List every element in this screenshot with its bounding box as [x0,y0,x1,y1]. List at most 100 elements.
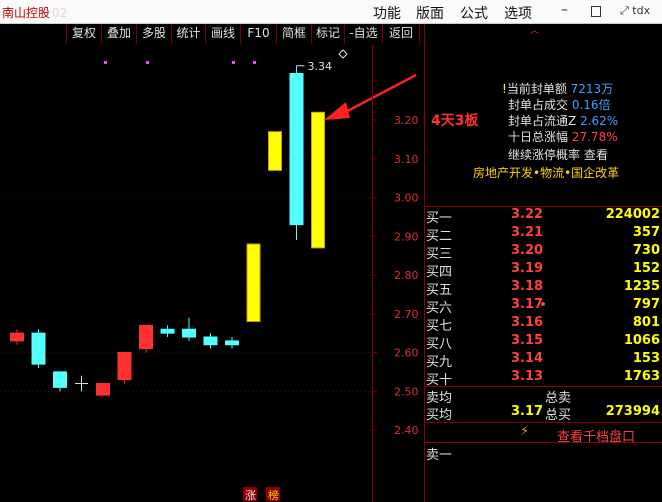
view-probability-link[interactable]: 查看 [584,148,608,162]
candle-body [139,324,153,350]
candle-body [160,328,175,334]
menu-formula[interactable]: 公式 [460,3,488,23]
high-price-label: 3.34 [308,60,333,73]
signal-marker [104,61,107,64]
y-tick-label: 2.70 [394,308,419,321]
diamond-icon [338,49,348,59]
bid-price: 3.22 [511,207,544,222]
bid-price: 3.14 [511,351,544,366]
info-seal-float: 封单占流通Z 2.62% [508,114,619,128]
candle-body [117,352,132,381]
bid-price: 3.21 [511,225,544,240]
bid-label: 买二 [426,229,453,244]
divider [425,442,662,443]
bid-price: 3.19 [511,261,544,276]
bid-price: 3.13 [511,369,544,384]
y-tick-label: 2.80 [394,269,419,282]
bid-label: 买七 [426,319,453,334]
maximize-icon[interactable] [591,6,601,17]
bid-row[interactable]: 买四 3.19 152 [425,261,662,280]
bid-price: 3.20 [511,243,544,258]
simple-frame-button[interactable]: 简框 [276,24,311,44]
bid-volume: 152 [632,261,660,276]
bid-row[interactable]: 买七 3.16 801 [425,315,662,334]
bid-volume: 1763 [623,369,660,384]
y-tick-label: 3.00 [394,192,419,205]
y-tick-label: 2.90 [394,230,419,243]
bid-row[interactable]: 买一 3.22 224002 [425,207,662,226]
mark-button[interactable]: 标记 [311,24,344,44]
statistics-button[interactable]: 统计 [171,24,205,44]
annotation-arrowhead [324,102,350,120]
bid-row[interactable]: 买九 3.14 153 [425,351,662,370]
f10-button[interactable]: F10 [240,24,276,44]
menu-options[interactable]: 选项 [504,3,532,23]
overlay-button[interactable]: 叠加 [101,24,136,44]
ask-one-label: 卖一 [426,448,453,463]
candle-body [31,332,46,365]
axis-divider [372,44,373,502]
signal-marker [253,61,256,64]
candle-body [10,332,24,342]
chart-toolbar: 复权 叠加 多股 统计 画线 F10 简框 标记 -自选 返回 [0,24,424,44]
annotation-arrow-line [337,73,417,118]
bid-row[interactable]: 买三 3.20 730 [425,243,662,262]
limit-up-tag: 4天3板 [431,113,479,129]
bid-volume: 730 [632,243,660,258]
draw-line-button[interactable]: 画线 [205,24,240,44]
bid-volume: 153 [632,351,660,366]
candle-body [182,328,196,338]
bid-row[interactable]: 买六 3.17 797 [425,297,662,316]
bid-label: 买五 [426,283,453,298]
bid-row[interactable]: 买八 3.15 1066 [425,333,662,352]
bid-volume: 1235 [623,279,660,294]
candle-body [225,340,239,346]
add-watchlist-button[interactable]: -自选 [344,24,382,44]
y-tick-label: 2.60 [394,347,419,360]
multi-stock-button[interactable]: 多股 [136,24,171,44]
bid-volume: 357 [632,225,660,240]
y-tick-label: 2.50 [394,385,419,398]
info-continue-probability[interactable]: 继续涨停概率 查看 [508,146,608,163]
bid-label: 买三 [426,247,453,262]
candlestick-svg: 3.20 3.10 3.00 2.90 2.80 2.70 2.60 2.50 2.40 3.34… [0,49,419,502]
bid-price: 3.16 [511,315,544,330]
sell-summary-row: 卖均 总卖 [426,391,572,406]
restore-rights-button[interactable]: 复权 [66,24,101,44]
concept-tags[interactable]: 房地产开发•物流•国企改革 [473,164,619,181]
bid-label: 买九 [426,355,453,370]
bid-label: 买八 [426,337,453,352]
candle-body [53,371,67,388]
candle-body [246,243,261,322]
menu-function[interactable]: 功能 [373,3,401,23]
kline-chart[interactable]: 3.20 3.10 3.00 2.90 2.80 2.70 2.60 2.50 2.40 3.34… [0,44,424,502]
bid-label: 买四 [426,265,453,280]
candle-body [203,336,218,346]
quote-panel: 4天3板 !当前封单额 7213万 封单占成交 0.16倍 封单占流通Z 2.6… [425,24,662,502]
divider [425,422,662,423]
menu-layout[interactable]: 版面 [416,3,444,23]
candle-body [268,131,282,171]
bid-row[interactable]: 买十 3.13 1763 [425,369,662,388]
rank-badge: 榜 [268,488,279,502]
minimize-icon[interactable]: – [561,2,575,20]
candle-body [289,73,304,226]
signal-marker [232,61,235,64]
bid-volume: 224002 [605,207,660,222]
bid-row[interactable]: 买五 3.18 1235 [425,279,662,298]
bid-row[interactable]: 买二 3.21 357 [425,225,662,244]
buy-summary-row: 买均 3.17 总买 273994 [426,404,660,423]
bid-price: 3.17 [511,297,544,312]
bid-volume: 801 [632,315,660,330]
stock-title: 南山控股 02 [2,6,68,20]
back-button[interactable]: 返回 [382,24,420,44]
rise-badge: 涨 [245,489,256,502]
title-bar: 南山控股 02 功能 版面 公式 选项 – ⤢ tdx [0,0,662,24]
y-tick-label: 3.20 [394,114,419,127]
bid-price: 3.18 [511,279,544,294]
candle-body [96,383,110,396]
y-tick-label: 3.10 [394,153,419,166]
bid-volume: 797 [632,297,660,312]
info-seal-ratio: 封单占成交 0.16倍 [508,98,611,112]
signal-marker [146,61,149,64]
